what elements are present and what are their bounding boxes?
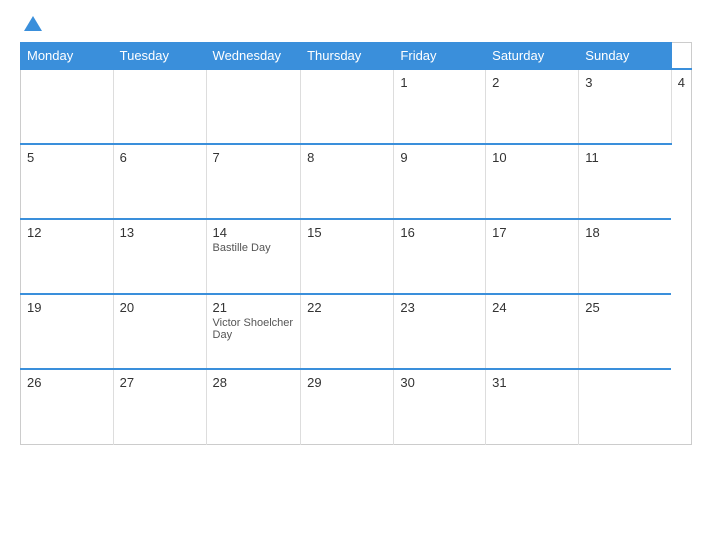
calendar-cell: 7	[206, 144, 301, 219]
day-number: 17	[492, 225, 572, 240]
day-number: 19	[27, 300, 107, 315]
calendar-cell: 13	[113, 219, 206, 294]
weekday-header-wednesday: Wednesday	[206, 43, 301, 70]
calendar-cell	[579, 369, 671, 444]
weekday-header-tuesday: Tuesday	[113, 43, 206, 70]
calendar-cell: 18	[579, 219, 671, 294]
calendar-cell: 11	[579, 144, 671, 219]
calendar-cell: 12	[21, 219, 114, 294]
calendar-cell: 15	[301, 219, 394, 294]
calendar-table: MondayTuesdayWednesdayThursdayFridaySatu…	[20, 42, 692, 445]
weekday-header-thursday: Thursday	[301, 43, 394, 70]
calendar-cell: 21 Victor Shoelcher Day	[206, 294, 301, 369]
day-number: 28	[213, 375, 295, 390]
weekday-header-sunday: Sunday	[579, 43, 671, 70]
day-event: Victor Shoelcher Day	[213, 317, 295, 341]
calendar-cell	[21, 69, 114, 144]
day-number: 15	[307, 225, 387, 240]
calendar-cell: 26	[21, 369, 114, 444]
calendar-cell: 1	[394, 69, 486, 144]
day-number: 29	[307, 375, 387, 390]
day-number: 25	[585, 300, 665, 315]
calendar-cell: 23	[394, 294, 486, 369]
day-number: 24	[492, 300, 572, 315]
calendar-cell: 9	[394, 144, 486, 219]
calendar-cell: 2	[486, 69, 579, 144]
calendar-week-row: 19 20 21 Victor Shoelcher Day 22 23 24 25	[21, 294, 692, 369]
calendar-header-row: MondayTuesdayWednesdayThursdayFridaySatu…	[21, 43, 692, 70]
calendar-cell: 24	[486, 294, 579, 369]
day-number: 31	[492, 375, 572, 390]
page: MondayTuesdayWednesdayThursdayFridaySatu…	[0, 0, 712, 550]
calendar-cell: 27	[113, 369, 206, 444]
calendar-cell: 28	[206, 369, 301, 444]
weekday-header-monday: Monday	[21, 43, 114, 70]
day-number: 7	[213, 150, 295, 165]
day-event: Bastille Day	[213, 242, 295, 254]
calendar-cell: 30	[394, 369, 486, 444]
day-number: 3	[585, 75, 664, 90]
day-number: 23	[400, 300, 479, 315]
day-number: 9	[400, 150, 479, 165]
calendar-cell: 31	[486, 369, 579, 444]
day-number: 27	[120, 375, 200, 390]
calendar-cell: 5	[21, 144, 114, 219]
day-number: 14	[213, 225, 295, 240]
calendar-cell: 19	[21, 294, 114, 369]
day-number: 22	[307, 300, 387, 315]
calendar-cell	[113, 69, 206, 144]
calendar-cell	[301, 69, 394, 144]
calendar-cell: 3	[579, 69, 671, 144]
calendar-week-row: 26 27 28 29 30 31	[21, 369, 692, 444]
logo	[20, 16, 42, 32]
day-number: 4	[678, 75, 685, 90]
day-number: 8	[307, 150, 387, 165]
day-number: 16	[400, 225, 479, 240]
logo-triangle-icon	[24, 16, 42, 31]
calendar-cell: 6	[113, 144, 206, 219]
calendar-cell: 14 Bastille Day	[206, 219, 301, 294]
day-number: 30	[400, 375, 479, 390]
day-number: 18	[585, 225, 665, 240]
calendar-cell: 10	[486, 144, 579, 219]
weekday-header-friday: Friday	[394, 43, 486, 70]
calendar-cell: 25	[579, 294, 671, 369]
day-number: 11	[585, 150, 665, 165]
day-number: 26	[27, 375, 107, 390]
calendar-cell: 17	[486, 219, 579, 294]
weekday-header-saturday: Saturday	[486, 43, 579, 70]
day-number: 6	[120, 150, 200, 165]
day-number: 10	[492, 150, 572, 165]
day-number: 1	[400, 75, 479, 90]
calendar-cell: 8	[301, 144, 394, 219]
calendar-cell: 29	[301, 369, 394, 444]
calendar-week-row: 1234	[21, 69, 692, 144]
day-number: 5	[27, 150, 107, 165]
day-number: 2	[492, 75, 572, 90]
calendar-cell	[206, 69, 301, 144]
calendar-cell: 16	[394, 219, 486, 294]
calendar-cell: 22	[301, 294, 394, 369]
calendar-cell: 4	[671, 69, 691, 144]
day-number: 13	[120, 225, 200, 240]
header	[20, 16, 692, 32]
day-number: 12	[27, 225, 107, 240]
day-number: 21	[213, 300, 295, 315]
day-number: 20	[120, 300, 200, 315]
calendar-cell: 20	[113, 294, 206, 369]
calendar-week-row: 56789 10 11	[21, 144, 692, 219]
calendar-week-row: 12 13 14 Bastille Day 15 16 17 18	[21, 219, 692, 294]
